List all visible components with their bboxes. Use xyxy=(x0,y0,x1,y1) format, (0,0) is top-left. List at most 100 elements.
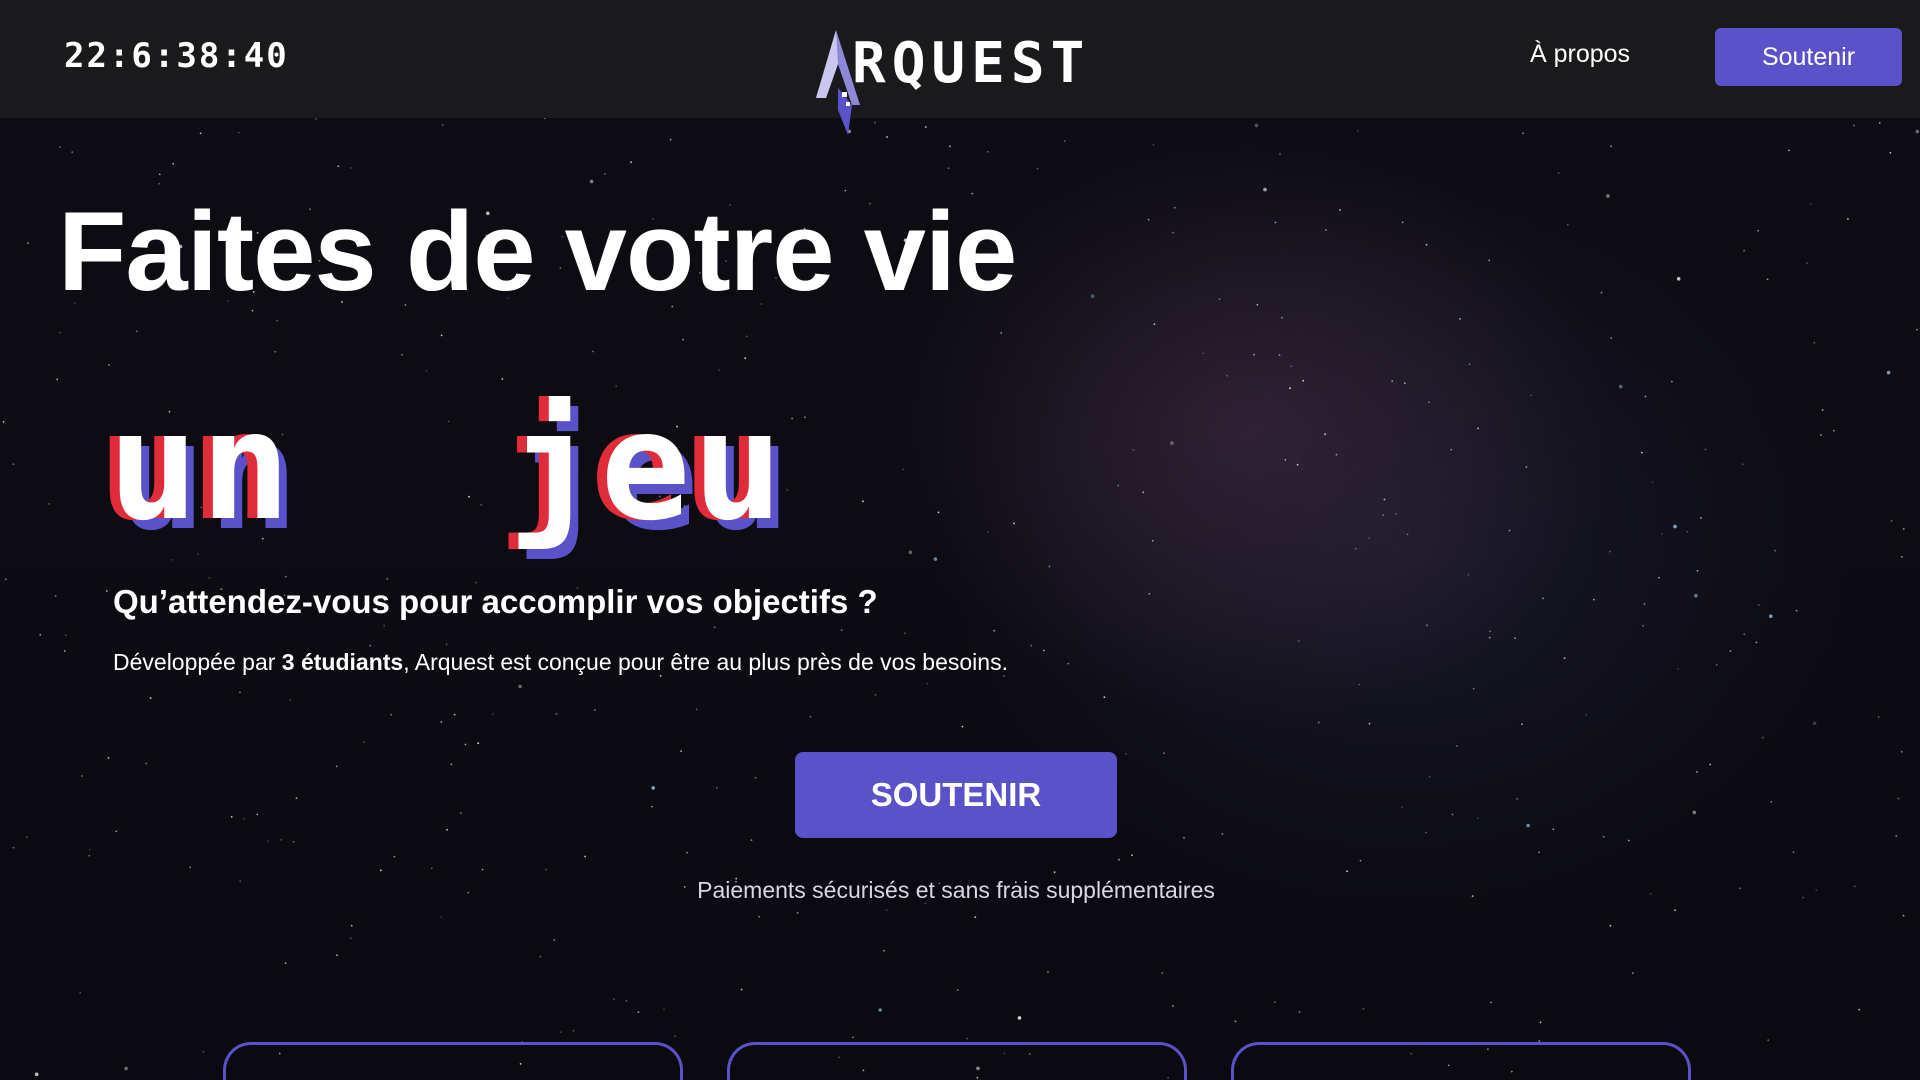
star xyxy=(1428,401,1430,404)
star xyxy=(804,416,806,419)
star xyxy=(1302,379,1305,382)
star xyxy=(1013,522,1015,525)
star xyxy=(904,632,906,635)
star xyxy=(630,161,632,163)
star xyxy=(885,909,888,912)
star xyxy=(1325,229,1327,231)
star xyxy=(440,916,443,918)
star xyxy=(1674,909,1676,912)
star xyxy=(937,511,940,514)
star xyxy=(745,335,748,338)
star xyxy=(453,713,456,716)
star xyxy=(1525,466,1528,468)
star xyxy=(1743,249,1745,252)
star xyxy=(1709,763,1712,766)
star xyxy=(651,786,655,790)
star xyxy=(1468,363,1471,366)
star xyxy=(105,590,108,592)
star xyxy=(1067,662,1070,665)
star xyxy=(1048,565,1051,568)
star xyxy=(276,319,279,322)
star xyxy=(1221,833,1224,835)
star xyxy=(1103,696,1106,699)
star xyxy=(625,1000,628,1002)
star xyxy=(1042,649,1045,652)
star xyxy=(464,743,467,746)
star xyxy=(1132,449,1135,451)
star xyxy=(555,713,558,715)
star xyxy=(39,633,42,636)
star xyxy=(2,420,5,423)
star xyxy=(1202,352,1205,355)
star xyxy=(1153,323,1156,326)
star xyxy=(1426,624,1428,627)
star xyxy=(1774,549,1776,552)
star xyxy=(208,577,211,579)
star xyxy=(1715,663,1718,666)
star xyxy=(383,624,386,627)
star xyxy=(295,797,298,800)
star xyxy=(933,557,938,561)
star xyxy=(1766,278,1769,281)
star xyxy=(840,629,843,632)
star xyxy=(1451,813,1454,816)
star xyxy=(1902,914,1905,917)
star xyxy=(613,998,615,1000)
star xyxy=(674,1035,676,1038)
star xyxy=(1125,752,1127,755)
star xyxy=(243,817,246,820)
star xyxy=(440,334,443,337)
nav-about-link[interactable]: À propos xyxy=(1530,40,1630,69)
star xyxy=(754,776,757,779)
star xyxy=(947,167,950,169)
star xyxy=(1606,194,1610,198)
star xyxy=(1278,354,1281,357)
star xyxy=(115,830,118,833)
star xyxy=(80,775,83,777)
star xyxy=(1090,294,1095,298)
star xyxy=(1273,1001,1276,1003)
secure-payment-note: Paiements sécurisés et sans frais supplé… xyxy=(697,877,1215,903)
pixel-word-un: un xyxy=(108,380,293,554)
star xyxy=(1183,836,1185,839)
star xyxy=(1694,593,1698,598)
star xyxy=(1218,298,1221,301)
star xyxy=(491,713,494,715)
star xyxy=(1833,429,1835,432)
star xyxy=(1658,576,1660,579)
star xyxy=(593,709,596,711)
star xyxy=(1696,569,1699,572)
desc-suffix: , Arquest est conçue pour être au plus p… xyxy=(403,649,1008,675)
star xyxy=(1395,512,1397,515)
star xyxy=(292,840,295,843)
star xyxy=(1769,614,1773,618)
star xyxy=(589,179,594,184)
star xyxy=(1761,736,1764,739)
star xyxy=(481,868,484,871)
star xyxy=(1172,231,1174,234)
star xyxy=(71,151,74,153)
star xyxy=(1161,972,1164,974)
star xyxy=(27,242,29,244)
star xyxy=(961,725,964,728)
desc-bold-students: 3 étudiants xyxy=(281,649,404,675)
star xyxy=(1358,683,1361,686)
star xyxy=(284,962,287,965)
support-cta-button[interactable]: SOUTENIR xyxy=(795,752,1117,838)
star xyxy=(1477,427,1479,430)
star xyxy=(1298,1011,1301,1013)
star xyxy=(171,558,174,561)
star xyxy=(445,643,448,646)
star xyxy=(425,370,428,372)
star xyxy=(468,495,470,498)
star xyxy=(1036,167,1039,170)
star xyxy=(852,1036,854,1039)
star xyxy=(390,713,392,716)
nav-support-button[interactable]: Soutenir xyxy=(1715,28,1902,86)
star xyxy=(1563,657,1566,659)
arquest-logo[interactable]: RQUEST xyxy=(808,30,1128,135)
star xyxy=(1618,384,1623,389)
star xyxy=(59,331,62,334)
star xyxy=(1459,318,1461,320)
star xyxy=(637,1011,640,1013)
